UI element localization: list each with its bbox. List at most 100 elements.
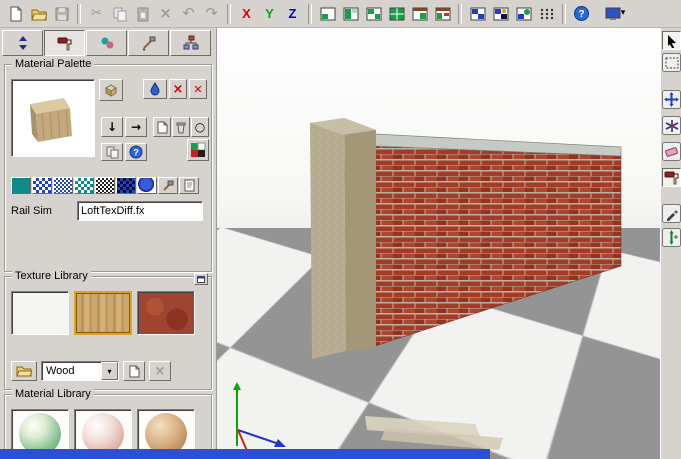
- eyedropper-icon: [665, 207, 679, 221]
- dither-button[interactable]: [535, 2, 558, 25]
- copy-material-button[interactable]: [101, 143, 123, 161]
- vertical-scale-button[interactable]: [662, 228, 681, 247]
- new-page-icon: [157, 121, 168, 134]
- new-material-button[interactable]: [153, 117, 171, 137]
- material-preview-cube: [12, 80, 90, 152]
- viewport-layout-icon: [320, 7, 336, 21]
- texture-view-button-2[interactable]: [489, 2, 512, 25]
- channel-swatch-sphere[interactable]: [137, 177, 157, 194]
- view-mode-button-3[interactable]: [362, 2, 385, 25]
- preview-cube-button[interactable]: [99, 79, 123, 101]
- marquee-select-button[interactable]: [662, 53, 681, 72]
- tab-tools[interactable]: [128, 30, 169, 56]
- delete-material-button[interactable]: [172, 117, 190, 137]
- render-mode-dropdown[interactable]: ▾: [595, 3, 635, 24]
- channel-swatch-checker-1[interactable]: [32, 177, 52, 194]
- move-down-button[interactable]: ↓: [101, 117, 123, 137]
- hammer-icon: [162, 180, 174, 192]
- dropdown-arrow-icon: ▾: [101, 362, 118, 380]
- save-floppy-icon: [54, 6, 70, 22]
- apply-material-button[interactable]: [143, 79, 167, 99]
- texture-category-dropdown[interactable]: Wood ▾: [41, 361, 119, 381]
- texture-library-float-button[interactable]: [194, 273, 208, 285]
- texture-tile-brick[interactable]: [137, 291, 195, 335]
- display-monitor-icon: [605, 7, 621, 21]
- remove-all-materials-button[interactable]: ✕: [189, 79, 207, 99]
- new-document-icon: [8, 6, 24, 22]
- x-axis-button[interactable]: X: [235, 2, 258, 25]
- help-button[interactable]: ?: [570, 2, 593, 25]
- channel-swatch-checker-2[interactable]: [53, 177, 73, 194]
- material-color-button[interactable]: [187, 139, 209, 161]
- move-tool-button[interactable]: [662, 90, 681, 109]
- channel-swatch-solid[interactable]: [11, 177, 31, 194]
- brick-wall[interactable]: [375, 134, 621, 346]
- open-texture-button[interactable]: [11, 361, 37, 381]
- axis-gizmo: [233, 382, 286, 459]
- texture-library-group: Texture Library Wood ▾: [4, 276, 212, 390]
- viewport-layout-icon: [412, 7, 428, 21]
- new-texture-button[interactable]: [123, 361, 145, 381]
- remove-material-button[interactable]: ×: [169, 79, 187, 99]
- save-button[interactable]: [50, 2, 73, 25]
- select-tool-button[interactable]: [662, 31, 681, 50]
- view-mode-button-6[interactable]: [431, 2, 454, 25]
- concrete-pillar[interactable]: [310, 118, 376, 359]
- new-button[interactable]: [4, 2, 27, 25]
- tab-shapes[interactable]: [86, 30, 127, 56]
- view-mode-button-5[interactable]: [408, 2, 431, 25]
- texture-tile-wood-selected[interactable]: [74, 291, 132, 335]
- channel-swatch-checker-teal[interactable]: [74, 177, 94, 194]
- texture-library-controls: Wood ▾ ×: [11, 361, 171, 381]
- left-panel: Material Palette × ✕: [0, 28, 216, 459]
- delete-button[interactable]: ×: [154, 2, 177, 25]
- dropdown-arrow-icon: ▾: [621, 9, 626, 18]
- view-mode-button-4[interactable]: [385, 2, 408, 25]
- eyedropper-tool-button[interactable]: [662, 204, 681, 223]
- paint-tool-button[interactable]: [662, 168, 681, 187]
- channel-properties-button[interactable]: [179, 177, 199, 194]
- shader-input[interactable]: [77, 201, 203, 221]
- view-mode-button-2[interactable]: [339, 2, 362, 25]
- material-channel-row: [11, 177, 199, 194]
- texture-tile-white[interactable]: [11, 291, 69, 335]
- channel-tools-button[interactable]: [158, 177, 178, 194]
- marquee-icon: [665, 57, 679, 69]
- undo-button[interactable]: ↶: [177, 2, 200, 25]
- right-toolbar: [660, 28, 681, 459]
- redo-button[interactable]: ↷: [200, 2, 223, 25]
- sphere-mode-button[interactable]: ○: [191, 117, 209, 137]
- move-right-button[interactable]: →: [125, 117, 147, 137]
- viewport-layout-icon: [389, 7, 405, 21]
- properties-page-icon: [184, 179, 195, 192]
- cube-icon: [104, 83, 118, 97]
- delete-texture-button[interactable]: ×: [149, 361, 171, 381]
- texture-view-button-1[interactable]: [466, 2, 489, 25]
- cut-button[interactable]: ✂: [85, 2, 108, 25]
- tab-navigate[interactable]: [2, 30, 43, 56]
- up-down-arrows-icon: [15, 35, 31, 51]
- move-cross-icon: [664, 92, 679, 107]
- red-x-icon: ×: [173, 83, 184, 96]
- tab-hierarchy[interactable]: [170, 30, 211, 56]
- paste-button[interactable]: [131, 2, 154, 25]
- eraser-tool-button[interactable]: [662, 142, 681, 161]
- channel-swatch-checker-dark[interactable]: [116, 177, 136, 194]
- texture-view-button-3[interactable]: [512, 2, 535, 25]
- open-button[interactable]: [27, 2, 50, 25]
- z-axis-button[interactable]: Z: [281, 2, 304, 25]
- y-axis-button[interactable]: Y: [258, 2, 281, 25]
- view-mode-button-1[interactable]: [316, 2, 339, 25]
- viewport-3d[interactable]: [216, 28, 660, 459]
- svg-text:?: ?: [133, 148, 139, 158]
- snap-tool-button[interactable]: [662, 116, 681, 135]
- channel-swatch-checker-bw[interactable]: [95, 177, 115, 194]
- tab-paint[interactable]: [44, 30, 85, 56]
- material-preview[interactable]: [11, 79, 95, 157]
- y-axis-label: Y: [265, 6, 274, 21]
- material-help-button[interactable]: ?: [125, 143, 147, 161]
- copy-button[interactable]: [108, 2, 131, 25]
- paint-roller-icon: [57, 35, 73, 51]
- open-folder-icon: [16, 364, 32, 378]
- checker-window-icon: [493, 7, 509, 21]
